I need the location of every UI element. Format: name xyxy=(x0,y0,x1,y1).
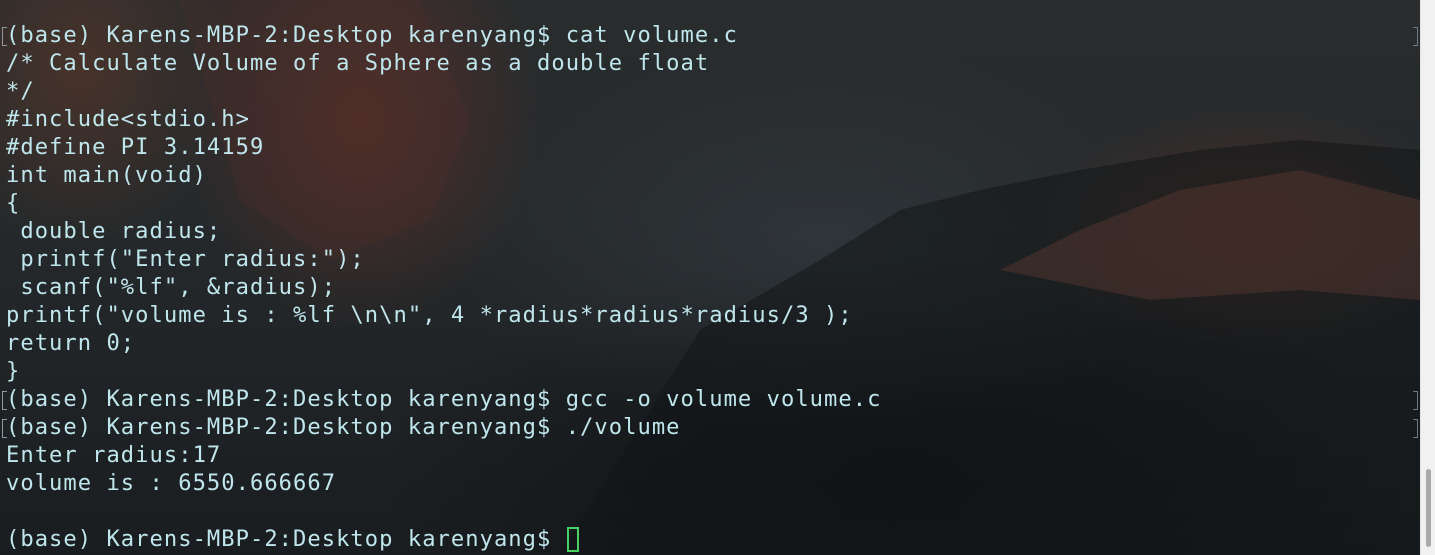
terminal-line-text: printf("volume is : %lf \n\n", 4 *radius… xyxy=(6,302,853,328)
terminal-line-text: printf("Enter radius:"); xyxy=(6,246,365,272)
terminal-line: } xyxy=(6,357,881,385)
prompt-mark-left xyxy=(2,419,7,438)
terminal-line: #include<stdio.h> xyxy=(6,105,881,133)
terminal-line-text: scanf("%lf", &radius); xyxy=(6,274,337,300)
scrollbar-thumb[interactable] xyxy=(1426,469,1431,547)
vertical-scrollbar[interactable] xyxy=(1420,0,1435,555)
terminal-line: (base) Karens-MBP-2:Desktop karenyang$ xyxy=(6,525,881,553)
terminal-line: int main(void) xyxy=(6,161,881,189)
terminal-output[interactable]: (base) Karens-MBP-2:Desktop karenyang$ c… xyxy=(6,21,881,553)
prompt-mark-left xyxy=(2,27,7,46)
terminal-line-text: int main(void) xyxy=(6,162,207,188)
terminal-line: scanf("%lf", &radius); xyxy=(6,273,881,301)
terminal-line-text: (base) Karens-MBP-2:Desktop karenyang$ xyxy=(6,526,566,552)
terminal-line: Enter radius:17 xyxy=(6,441,881,469)
terminal-line-text: return 0; xyxy=(6,330,136,356)
prompt-mark-right xyxy=(1413,419,1418,438)
prompt-mark-left xyxy=(2,391,7,410)
prompt-mark-right xyxy=(1413,391,1418,410)
terminal-line-text: } xyxy=(6,358,21,384)
terminal-line-text: #include<stdio.h> xyxy=(6,106,250,132)
terminal-line: /* Calculate Volume of a Sphere as a dou… xyxy=(6,49,881,77)
terminal-line: volume is : 6550.666667 xyxy=(6,469,881,497)
terminal-line: #define PI 3.14159 xyxy=(6,133,881,161)
terminal-line-text: #define PI 3.14159 xyxy=(6,134,265,160)
text-cursor xyxy=(566,527,579,552)
terminal-line: printf("Enter radius:"); xyxy=(6,245,881,273)
terminal-line: */ xyxy=(6,77,881,105)
terminal-line-text: (base) Karens-MBP-2:Desktop karenyang$ g… xyxy=(6,386,882,412)
terminal-line: printf("volume is : %lf \n\n", 4 *radius… xyxy=(6,301,881,329)
terminal-line-text: /* Calculate Volume of a Sphere as a dou… xyxy=(6,50,710,76)
terminal-line-text: double radius; xyxy=(6,218,222,244)
terminal-line-text: (base) Karens-MBP-2:Desktop karenyang$ .… xyxy=(6,414,681,440)
terminal-line: { xyxy=(6,189,881,217)
terminal-line-text: */ xyxy=(6,78,35,104)
terminal-window[interactable]: (base) Karens-MBP-2:Desktop karenyang$ c… xyxy=(0,0,1435,555)
terminal-line: (base) Karens-MBP-2:Desktop karenyang$ g… xyxy=(6,385,881,413)
terminal-line: return 0; xyxy=(6,329,881,357)
terminal-line-text: { xyxy=(6,190,21,216)
terminal-line-text: volume is : 6550.666667 xyxy=(6,470,337,496)
terminal-line-text: Enter radius:17 xyxy=(6,442,222,468)
terminal-line-text: (base) Karens-MBP-2:Desktop karenyang$ c… xyxy=(6,22,738,48)
terminal-line: (base) Karens-MBP-2:Desktop karenyang$ .… xyxy=(6,413,881,441)
terminal-line: double radius; xyxy=(6,217,881,245)
terminal-line: (base) Karens-MBP-2:Desktop karenyang$ c… xyxy=(6,21,881,49)
prompt-mark-right xyxy=(1413,27,1418,46)
